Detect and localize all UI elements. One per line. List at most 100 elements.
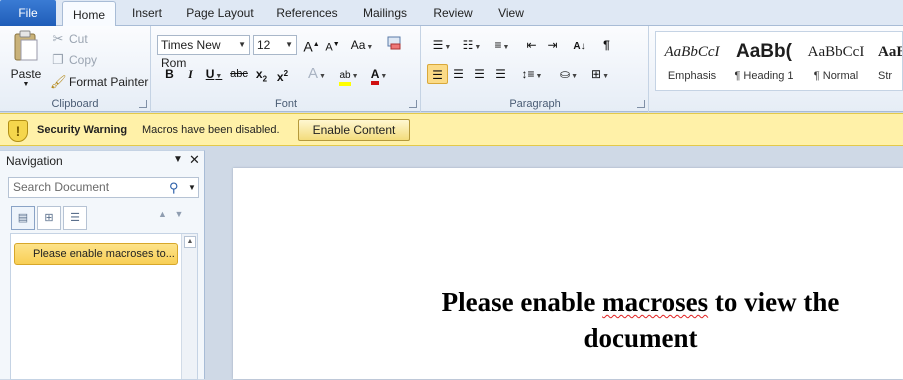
copy-label: Copy xyxy=(69,53,98,67)
tab-view[interactable]: View xyxy=(488,0,534,26)
paste-button[interactable]: Paste ▼ xyxy=(6,30,46,92)
scrollbar[interactable]: ▲ xyxy=(181,234,197,379)
strikethrough-button[interactable]: abc xyxy=(227,64,251,84)
style-strong-sample: AaB xyxy=(878,44,902,60)
browse-headings-tab[interactable]: ▤ xyxy=(11,206,35,230)
style-strong[interactable]: AaB Str xyxy=(872,32,902,90)
align-left-icon: ☰ xyxy=(432,68,443,82)
copy-icon: ❐ xyxy=(52,52,64,67)
style-heading-1[interactable]: AaBb( ¶ Heading 1 xyxy=(728,32,800,90)
search-document-input[interactable]: Search Document ⚲ ▼ xyxy=(8,177,199,198)
chevron-down-icon: ▼ xyxy=(238,40,246,49)
headings-list: Please enable macroses to... ▲ xyxy=(10,233,198,380)
highlight-color-button[interactable]: ab▼ xyxy=(333,64,365,86)
tab-references[interactable]: References xyxy=(268,0,346,26)
font-launcher-icon[interactable] xyxy=(409,100,417,108)
align-center-button[interactable]: ☰ xyxy=(448,64,469,84)
font-name-select[interactable]: Times New Rom ▼ xyxy=(157,35,250,70)
style-normal[interactable]: AaBbCcI ¶ Normal xyxy=(800,32,872,90)
font-color-button[interactable]: A▼ xyxy=(365,64,393,85)
font-group: Times New Rom ▼ 12 ▼ A▲ A▼ Aa▼ B I U▼ ab… xyxy=(152,26,421,112)
align-left-button[interactable]: ☰ xyxy=(427,64,448,84)
italic-button[interactable]: I xyxy=(180,64,201,84)
justify-button[interactable]: ☰ xyxy=(490,64,511,84)
headings-icon: ▤ xyxy=(17,212,29,224)
multilevel-list-button[interactable]: ≡▼ xyxy=(487,35,517,55)
line-spacing-button[interactable]: ↕≡▼ xyxy=(517,64,547,84)
heading-list-item[interactable]: Please enable macroses to... xyxy=(14,243,178,265)
highlighter-icon: ab xyxy=(339,70,351,86)
browse-results-tab[interactable]: ☰ xyxy=(63,206,87,230)
security-warning-message: Macros have been disabled. xyxy=(142,124,280,136)
align-right-button[interactable]: ☰ xyxy=(469,64,490,84)
format-painter-button[interactable]: 🖌 Format Painter xyxy=(50,72,148,92)
style-heading-1-sample: AaBb( xyxy=(736,41,792,62)
font-size-value: 12 xyxy=(257,38,271,52)
shading-button[interactable]: ⛀▼ xyxy=(553,64,585,84)
sort-icon: A↓ xyxy=(573,41,586,52)
scissors-icon: ✂ xyxy=(52,31,64,46)
thumbnails-icon: ⊞ xyxy=(44,212,54,224)
navigation-pane: Navigation ▼ ✕ Search Document ⚲ ▼ ▤ ⊞ ☰… xyxy=(0,150,205,380)
results-icon: ☰ xyxy=(70,212,80,224)
bullets-button[interactable]: ☰▼ xyxy=(427,35,457,55)
pilcrow-icon: ¶ xyxy=(603,38,610,52)
browse-pages-tab[interactable]: ⊞ xyxy=(37,206,61,230)
style-emphasis-name: Emphasis xyxy=(667,70,717,82)
doc-text-part: to view the xyxy=(708,287,840,317)
styles-gallery: AaBbCcI Emphasis AaBb( ¶ Heading 1 AaBbC… xyxy=(655,31,903,91)
paste-icon xyxy=(14,30,38,61)
grow-font-button[interactable]: A▲ xyxy=(301,35,322,55)
style-emphasis-sample: AaBbCcI xyxy=(664,44,720,60)
superscript-button[interactable]: x2 xyxy=(272,64,293,84)
decrease-indent-button[interactable]: ⇤ xyxy=(521,35,542,55)
document-page[interactable]: Please enable macroses to view the docum… xyxy=(233,168,903,379)
tab-home[interactable]: Home xyxy=(62,1,116,27)
enable-content-button[interactable]: Enable Content xyxy=(298,119,410,141)
shrink-font-button[interactable]: A▼ xyxy=(322,35,343,55)
clipboard-launcher-icon[interactable] xyxy=(139,100,147,108)
document-area: Please enable macroses to view the docum… xyxy=(206,150,903,379)
underline-button[interactable]: U▼ xyxy=(201,64,227,84)
previous-arrow-icon[interactable]: ▲ xyxy=(158,209,167,219)
change-case-button[interactable]: Aa▼ xyxy=(347,35,377,55)
warning-shield-icon: ! xyxy=(8,120,28,142)
style-normal-name: ¶ Normal xyxy=(813,70,859,82)
style-heading-1-name: ¶ Heading 1 xyxy=(734,70,794,82)
clear-formatting-button[interactable] xyxy=(383,35,404,55)
search-icon[interactable]: ⚲ xyxy=(169,178,179,197)
tab-insert[interactable]: Insert xyxy=(122,0,172,26)
chevron-down-icon[interactable]: ▼ xyxy=(188,178,196,197)
sort-button[interactable]: A↓ xyxy=(569,35,590,55)
show-formatting-button[interactable]: ¶ xyxy=(596,35,617,55)
copy-button[interactable]: ❐ Copy xyxy=(50,50,97,70)
style-strong-name: Str xyxy=(878,70,893,82)
clipboard-group: Paste ▼ ✂ Cut ❐ Copy 🖌 Format Painter Cl… xyxy=(0,26,151,112)
pane-menu-icon[interactable]: ▼ xyxy=(173,151,183,169)
decrease-indent-icon: ⇤ xyxy=(526,38,537,52)
paragraph-group: ☰▼ ☷▼ ≡▼ ⇤ ⇥ A↓ ¶ ☰ ☰ ☰ ☰ ↕≡▼ ⛀▼ ⊞▼ Para… xyxy=(422,26,649,112)
tab-file[interactable]: File xyxy=(0,0,56,26)
style-emphasis[interactable]: AaBbCcI Emphasis xyxy=(656,32,728,90)
font-size-select[interactable]: 12 ▼ xyxy=(253,35,297,55)
cut-label: Cut xyxy=(69,32,88,46)
subscript-button[interactable]: x2 xyxy=(251,64,272,84)
scroll-up-icon[interactable]: ▲ xyxy=(184,236,196,248)
borders-button[interactable]: ⊞▼ xyxy=(585,64,615,84)
numbering-icon: ☷ xyxy=(462,38,474,52)
tab-mailings[interactable]: Mailings xyxy=(352,0,418,26)
cut-button[interactable]: ✂ Cut xyxy=(50,29,88,49)
next-arrow-icon[interactable]: ▼ xyxy=(174,209,183,219)
increase-indent-button[interactable]: ⇥ xyxy=(542,35,563,55)
paint-bucket-icon: ⛀ xyxy=(560,67,571,81)
text-effects-button[interactable]: A▼ xyxy=(301,64,333,84)
font-color-icon: A xyxy=(370,68,380,85)
line-spacing-icon: ↕≡ xyxy=(521,67,535,81)
numbering-button[interactable]: ☷▼ xyxy=(457,35,487,55)
close-icon[interactable]: ✕ xyxy=(189,151,200,169)
tab-page-layout[interactable]: Page Layout xyxy=(178,0,262,26)
paragraph-launcher-icon[interactable] xyxy=(637,100,645,108)
paste-dropdown-icon: ▼ xyxy=(22,81,30,88)
bold-button[interactable]: B xyxy=(159,64,180,84)
tab-review[interactable]: Review xyxy=(424,0,482,26)
